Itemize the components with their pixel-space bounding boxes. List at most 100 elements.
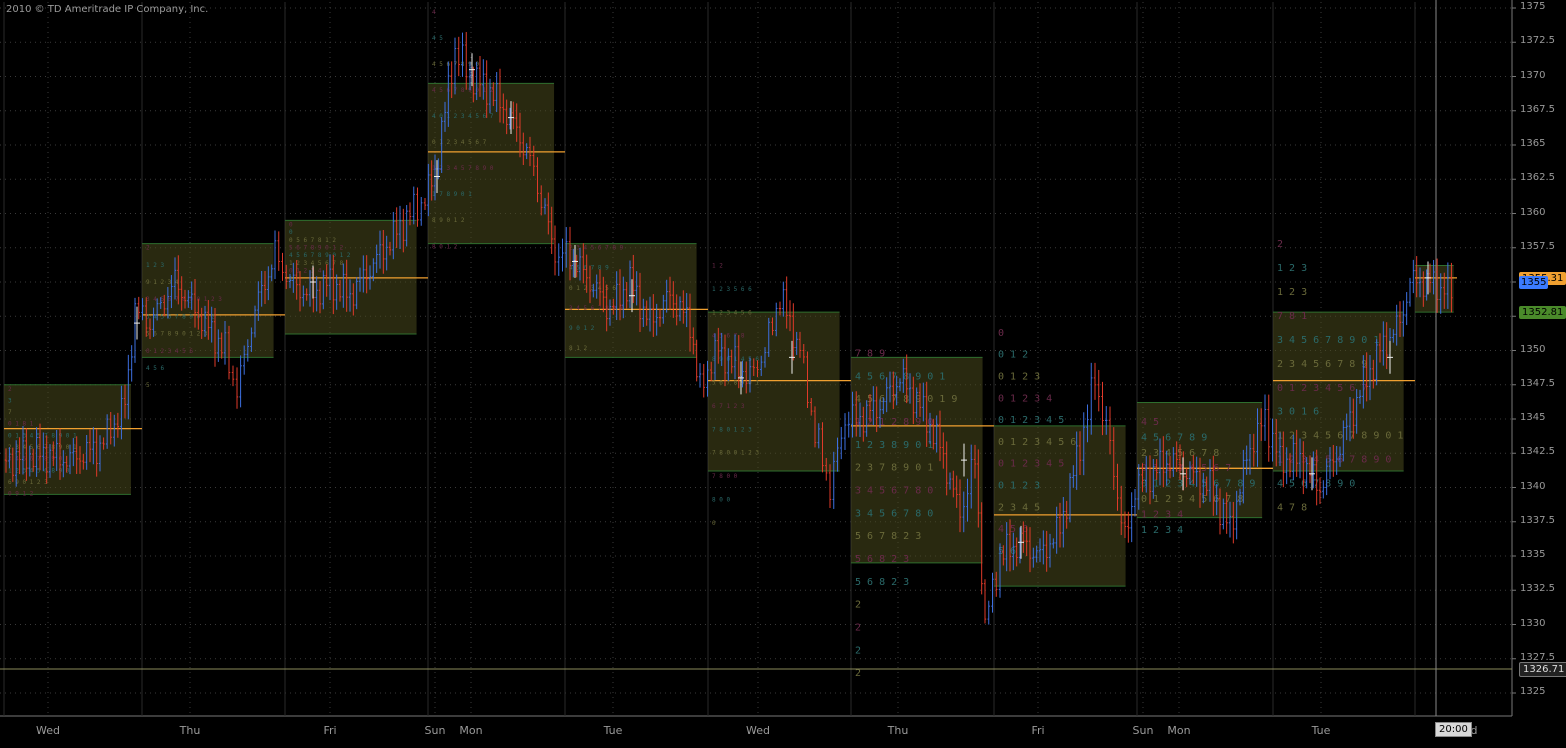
profile-tpo-row: 1 2 3 4	[1141, 525, 1183, 536]
profile-tpo-row: 0 1 2 3	[998, 372, 1040, 383]
y-tick-label: 1347.5	[1520, 377, 1555, 389]
profile-tpo-row: 0	[289, 221, 293, 228]
profile-tpo-row: 4 5	[1141, 417, 1159, 428]
profile-tpo-row: 0 1 8 1	[8, 421, 34, 428]
x-tick-label: Thu	[179, 724, 201, 737]
profile-tpo-row: 4	[432, 9, 436, 16]
y-tick-label: 1357.5	[1520, 240, 1555, 252]
profile-tpo-row: 0 1 2 3 4	[998, 393, 1052, 404]
profile-tpo-row: 1 2 3	[146, 262, 164, 269]
x-tick-label: Thu	[887, 724, 909, 737]
profile-tpo-row: 4 5 6 7 8 9 0 1 2	[289, 252, 351, 259]
profile-tpo-row: 3	[8, 397, 12, 404]
profile-tpo-row: 4 5 6 7 8 9 0 1 2	[432, 87, 494, 94]
profile-tpo-row: 0 1 2 3 4 5 6 7 8	[1141, 494, 1243, 505]
profile-tpo-row: 0 1 2 3	[998, 481, 1040, 492]
profile-tpo-row: 5	[146, 382, 150, 389]
profile-tpo-row: 7 8 1	[1277, 311, 1307, 322]
profile-tpo-row: 1 2 3 5 6 6	[712, 286, 752, 293]
y-tick-label: 1335	[1520, 549, 1546, 560]
x-tick-label: Tue	[603, 724, 623, 737]
profile-tpo-row: 3 4 5 6 7 8 0	[855, 508, 933, 519]
profile-tpo-row: 9 0 1 2	[569, 325, 595, 332]
profile-tpo-row: 0	[289, 229, 293, 236]
y-tick-label: 1362.5	[1520, 172, 1555, 184]
y-tick-label: 1375	[1520, 1, 1546, 12]
profile-tpo-row: 9 1 2 3 4	[146, 279, 179, 286]
profile-tpo-row: 1 2 3 4 5 6 8 9 0	[8, 467, 70, 474]
profile-tpo-row: 7 8 0 0 1 2 3	[712, 450, 759, 457]
level-badge: 1352.81	[1519, 306, 1566, 319]
y-tick-label: 1372.5	[1520, 35, 1555, 47]
profile-tpo-row: 7 8 0 0	[712, 473, 738, 480]
profile-tpo-row: 2	[8, 386, 12, 393]
profile-tpo-row: 2	[855, 645, 861, 656]
profile-tpo-row: 0 1 2 3 4 5 6 7	[1141, 463, 1231, 474]
x-tick-label: Sun	[1132, 724, 1154, 737]
profile-tpo-row: 7 8 0 1 2 3	[712, 426, 752, 433]
y-tick-label: 1330	[1520, 617, 1546, 629]
profile-tpo-row: 1 2 3 4 5 6 7 8	[289, 260, 344, 267]
profile-tpo-row: 0 1 2 3 4 5 6 7	[1277, 383, 1367, 394]
y-tick-label: 1342.5	[1520, 446, 1555, 458]
profile-tpo-row: 3 4 5 6 7 8 9 0 1	[1277, 335, 1379, 346]
x-tick-label: Tue	[1311, 724, 1331, 737]
low-line-badge: 1326.71	[1519, 662, 1566, 677]
profile-tpo-row: 5 6 7 8 2 3	[855, 531, 921, 542]
last-price-short-badge: 1355	[1519, 276, 1549, 289]
profile-tpo-row: 5 6 8 2 3	[855, 554, 909, 565]
profile-tpo-row: 6 9 0 1 2 3	[8, 479, 48, 486]
profile-tpo-row: 1 7 8 9 0 1	[432, 191, 472, 198]
y-tick-label: 1367.5	[1520, 103, 1555, 115]
y-tick-label: 1370	[1520, 69, 1546, 81]
price-chart[interactable]: 2 3 7 0 1 8 1 0 1 3 4 5 7 8 9 0 1 2 3 4 5 6 7…	[0, 0, 1566, 744]
profile-tpo-row: 8 0 1 2	[432, 243, 458, 250]
profile-tpo-row: 5 6 7 8 9 0 1 2 3	[146, 331, 208, 338]
y-tick-label: 1360	[1520, 206, 1546, 218]
x-tick-label: Wed	[746, 724, 770, 737]
profile-tpo-row: 2	[1277, 239, 1283, 250]
y-tick-label: 1332.5	[1520, 583, 1555, 595]
profile-tpo-row: 2 3 4 5 6 7 8 9	[569, 245, 624, 252]
x-tick-label: Fri	[323, 724, 337, 737]
chart-canvas[interactable]: 2 3 7 0 1 8 1 0 1 3 4 5 7 8 9 0 1 2 3 4 5 6 7…	[0, 0, 1566, 744]
y-tick-label: 1345	[1520, 412, 1546, 423]
profile-tpo-row: 0 9 1 2	[8, 491, 34, 498]
profile-tpo-row: 6 7 1 2 3	[712, 403, 745, 410]
profile-tpo-row: 5 6 7 8 9 0 1	[712, 379, 759, 386]
profile-tpo-row: 0 5 6 7 8 1 2	[289, 237, 336, 244]
trailing-axis-label: d	[1470, 724, 1478, 737]
profile-tpo-row: 8 9 0 1 4 5 6	[712, 356, 759, 363]
profile-tpo-row: 4 5	[432, 35, 443, 42]
copyright-text: 2010 © TD Ameritrade IP Company, Inc.	[6, 4, 209, 15]
y-tick-label: 1365	[1520, 138, 1546, 149]
profile-tpo-row: 3 4 5 6 7 8 0	[855, 486, 933, 497]
profile-tpo-row: 1 2 3 4	[1141, 509, 1183, 520]
profile-tpo-row: 4 5 6 7 8	[712, 333, 745, 340]
profile-tpo-row: 0 1 2 3 4 5 6 7 8 9	[1141, 479, 1255, 490]
y-tick-label: 1325	[1520, 686, 1546, 697]
profile-tpo-row: 7	[8, 409, 12, 416]
profile-tpo-row: 4 5 6 7 8 9 0	[1277, 479, 1355, 490]
profile-tpo-row: 2 3 4 5	[998, 502, 1040, 513]
profile-tpo-row: 0 1 2 3 4 5	[998, 459, 1064, 470]
x-tick-label: Fri	[1031, 724, 1045, 737]
y-tick-label: 1340	[1520, 480, 1546, 492]
x-tick-label: Mon	[459, 724, 483, 737]
profile-tpo-row: 0 1 2 3 4	[289, 268, 322, 275]
x-tick-label: Sun	[424, 724, 446, 737]
profile-tpo-row: 0 1 3 4 5 7 8 9 0 1	[8, 432, 77, 439]
profile-tpo-row: 3 0 1 6	[1277, 407, 1319, 418]
profile-tpo-row: 3 4 5 6 7 8 9 0	[569, 305, 624, 312]
profile-tpo-row: 0	[712, 520, 716, 527]
profile-tpo-row: 0 1 2	[998, 350, 1028, 361]
profile-tpo-row: 8 9 0 1 2	[432, 217, 465, 224]
profile-tpo-row: 2	[855, 600, 861, 611]
profile-tpo-row: 1 2 3 4 5 6	[712, 309, 752, 316]
profile-tpo-row: 2	[855, 668, 861, 679]
profile-tpo-row: 2 3 7 8 9 0 1	[855, 463, 933, 474]
profile-tpo-row: 5 6 7 8 9 0 1 2	[289, 244, 344, 251]
profile-tpo-row: 0	[998, 328, 1004, 339]
profile-tpo-row: 1 2 3	[1277, 263, 1307, 274]
profile-tpo-row: 8 1 2	[569, 345, 587, 352]
